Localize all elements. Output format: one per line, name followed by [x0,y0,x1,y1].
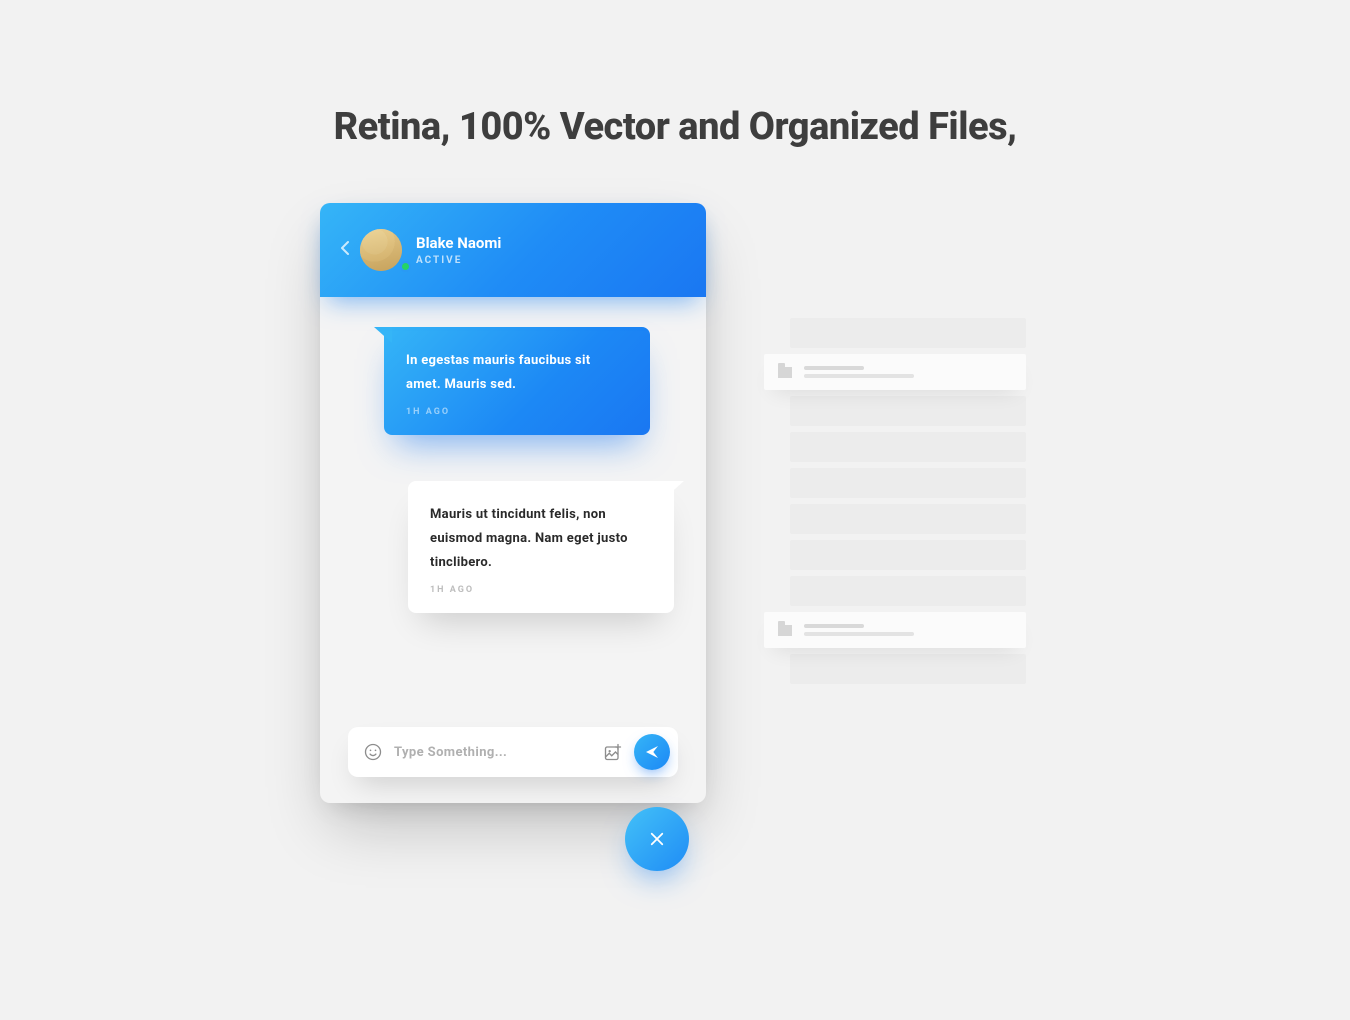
message-bubble-incoming: In egestas mauris faucibus sit amet. Mau… [384,327,650,435]
compose-input[interactable]: Type Something... [394,745,592,760]
folder-icon [778,625,792,636]
chat-header: Blake Naomi ACTIVE [320,203,706,297]
wireframe-row [790,654,1026,684]
message-time: 1H AGO [430,585,652,595]
wireframe-row [790,540,1026,570]
send-button[interactable] [634,734,670,770]
wireframe-row [790,396,1026,426]
message-list: In egestas mauris faucibus sit amet. Mau… [320,297,706,613]
image-add-icon[interactable] [602,741,624,763]
wireframe-row [790,504,1026,534]
wireframe-section-header [764,354,1026,390]
chat-window: Blake Naomi ACTIVE In egestas mauris fau… [320,203,706,803]
compose-bar: Type Something... [348,727,678,777]
folder-icon [778,367,792,378]
wireframe-row [790,432,1026,462]
status-dot-icon [400,261,411,272]
user-status: ACTIVE [416,255,501,266]
user-name: Blake Naomi [416,234,501,252]
wireframe-section-header [764,612,1026,648]
back-button[interactable] [340,239,360,261]
emoji-icon[interactable] [362,741,384,763]
wireframe-row [790,576,1026,606]
avatar[interactable] [360,229,402,271]
close-button[interactable] [625,807,689,871]
wireframe-row [790,318,1026,348]
wireframe-panel [790,318,1026,690]
message-text: In egestas mauris faucibus sit amet. Mau… [406,349,628,397]
message-time: 1H AGO [406,407,628,417]
headline: Retina, 100% Vector and Organized Files, [0,105,1350,149]
message-bubble-outgoing: Mauris ut tincidunt felis, non euismod m… [408,481,674,613]
message-text: Mauris ut tincidunt felis, non euismod m… [430,503,652,575]
wireframe-row [790,468,1026,498]
